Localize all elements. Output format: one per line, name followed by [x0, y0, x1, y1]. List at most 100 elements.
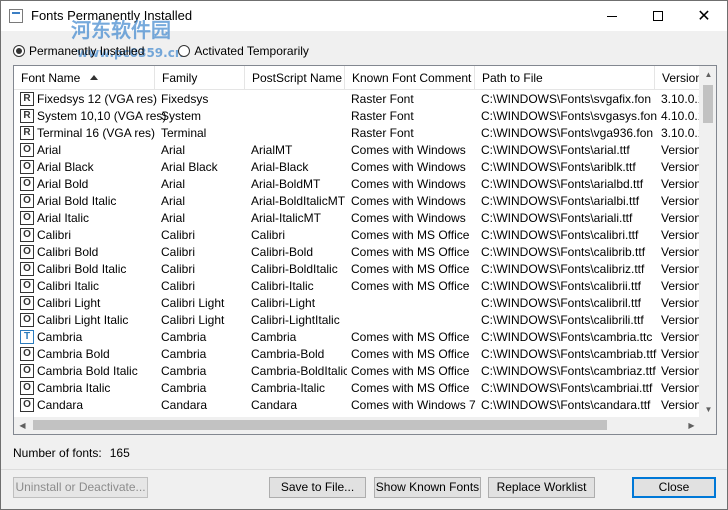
table-row[interactable]: O Arial Italic Arial Arial-ItalicMT Comes wi…	[14, 210, 704, 227]
cell-path: C:\WINDOWS\Fonts\cambriab.ttf	[481, 347, 657, 361]
opentype-font-icon: O	[20, 313, 34, 327]
cell-family: Fixedsys	[161, 92, 209, 106]
scroll-right-arrow-icon[interactable]: ▶	[683, 417, 700, 434]
table-row[interactable]: O Cambria Bold Italic Cambria Cambria-BoldI…	[14, 363, 704, 380]
table-row[interactable]: O Calibri Italic Calibri Calibri-Italic Come…	[14, 278, 704, 295]
cell-version: Version	[661, 245, 702, 259]
cell-family: Calibri	[161, 279, 196, 293]
close-window-button[interactable]: ✕	[681, 1, 727, 31]
table-row[interactable]: R System 10,10 (VGA res) System Raster Font…	[14, 108, 704, 125]
radio-activated-temporarily[interactable]	[178, 45, 191, 57]
cell-path: C:\WINDOWS\Fonts\calibriz.ttf	[481, 262, 645, 276]
cell-name: Cambria Bold Italic	[37, 364, 138, 378]
cell-comment: Comes with Windows	[351, 177, 466, 191]
cell-name: Arial	[37, 143, 62, 157]
cell-version: Version	[661, 313, 702, 327]
scroll-down-arrow-icon[interactable]: ▼	[700, 401, 716, 418]
table-row[interactable]: O Arial Bold Italic Arial Arial-BoldItalicM…	[14, 193, 704, 210]
cell-name: Cambria Italic	[37, 381, 111, 395]
column-header-path-to-file[interactable]: Path to File	[475, 66, 655, 90]
cell-name: Calibri Light	[37, 296, 101, 310]
cell-version: Version	[661, 194, 702, 208]
cell-family: System	[161, 109, 202, 123]
table-row[interactable]: O Calibri Calibri Calibri Comes with MS Offi…	[14, 227, 704, 244]
opentype-font-icon: O	[20, 143, 34, 157]
raster-font-icon: R	[20, 109, 34, 123]
column-header-label: Path to File	[482, 71, 543, 85]
minimize-button[interactable]	[589, 1, 635, 31]
vertical-scrollbar[interactable]: ▲ ▼	[699, 66, 716, 418]
cell-path: C:\WINDOWS\Fonts\vga936.fon	[481, 126, 654, 140]
table-row[interactable]: O Calibri Light Calibri Light Calibri-Light…	[14, 295, 704, 312]
cell-name: Calibri	[37, 228, 72, 242]
column-header-known-font-comment[interactable]: Known Font Comment	[345, 66, 475, 90]
radio-permanently-installed[interactable]	[13, 45, 25, 57]
table-row[interactable]: O Cambria Bold Cambria Cambria-Bold Comes wi…	[14, 346, 704, 363]
cell-name: Arial Italic	[37, 211, 90, 225]
raster-font-icon: R	[20, 126, 34, 140]
save-to-file-button[interactable]: Save to File...	[269, 477, 366, 498]
table-row[interactable]: O Arial Arial ArialMT Comes with Windows C:\W…	[14, 142, 704, 159]
uninstall-button[interactable]: Uninstall or Deactivate...	[13, 477, 148, 498]
cell-postscript	[251, 108, 347, 125]
cell-comment: Comes with Windows	[351, 143, 466, 157]
cell-path: C:\WINDOWS\Fonts\calibrib.ttf	[481, 245, 646, 259]
cell-path: C:\WINDOWS\Fonts\candara.ttf	[481, 398, 651, 412]
window-title: Fonts Permanently Installed	[31, 8, 193, 23]
cell-path: C:\WINDOWS\Fonts\svgasys.fon	[481, 109, 658, 123]
close-button[interactable]: Close	[632, 477, 716, 498]
opentype-font-icon: O	[20, 279, 34, 293]
cell-comment: Comes with Windows	[351, 194, 466, 208]
table-row[interactable]: T Cambria Cambria Cambria Comes with MS Offi…	[14, 329, 704, 346]
column-header-family[interactable]: Family	[155, 66, 245, 90]
cell-postscript: Cambria-BoldItalic	[251, 364, 347, 378]
table-row[interactable]: R Fixedsys 12 (VGA res) Fixedsys Raster Fon…	[14, 91, 704, 108]
column-header-postscript-name[interactable]: PostScript Name	[245, 66, 345, 90]
opentype-font-icon: O	[20, 177, 34, 191]
table-row[interactable]: O Candara Candara Candara Comes with Windows…	[14, 397, 704, 414]
cell-postscript	[251, 91, 347, 108]
table-row[interactable]: O Calibri Bold Calibri Calibri-Bold Comes wi…	[14, 244, 704, 261]
table-row[interactable]: O Calibri Bold Italic Calibri Calibri-BoldI…	[14, 261, 704, 278]
cell-comment: Comes with MS Office	[351, 364, 470, 378]
maximize-icon	[653, 11, 663, 21]
cell-name: Cambria	[37, 330, 83, 344]
table-row[interactable]: O Calibri Light Italic Calibri Light Calibr…	[14, 312, 704, 329]
title-bar[interactable]: Fonts Permanently Installed 河东软件园 www.pc…	[1, 1, 727, 60]
replace-worklist-button[interactable]: Replace Worklist	[488, 477, 595, 498]
cell-version: 3.10.0.1	[661, 126, 704, 140]
cell-name: Calibri Light Italic	[37, 313, 129, 327]
table-row[interactable]: O Arial Bold Arial Arial-BoldMT Comes with W…	[14, 176, 704, 193]
cell-version: Version	[661, 279, 702, 293]
cell-family: Calibri	[161, 245, 196, 259]
cell-version: Version	[661, 211, 702, 225]
cell-postscript: Candara	[251, 398, 298, 412]
cell-version: Version	[661, 364, 702, 378]
column-header-label: Font Name	[21, 71, 81, 85]
radio-permanently-installed-label[interactable]: Permanently Installed	[29, 44, 144, 58]
cell-name: Arial Black	[37, 160, 94, 174]
horizontal-scroll-thumb[interactable]	[33, 420, 607, 430]
scroll-left-arrow-icon[interactable]: ◀	[14, 417, 31, 434]
table-row[interactable]: R Terminal 16 (VGA res) Terminal Raster Fon…	[14, 125, 704, 142]
cell-postscript: ArialMT	[251, 143, 293, 157]
show-known-fonts-button[interactable]: Show Known Fonts	[374, 477, 481, 498]
table-row[interactable]: O Arial Black Arial Black Arial-Black Comes …	[14, 159, 704, 176]
vertical-scroll-thumb[interactable]	[703, 85, 713, 123]
radio-activated-temporarily-label[interactable]: Activated Temporarily	[194, 44, 309, 58]
font-count: Number of fonts: 165	[13, 446, 130, 460]
horizontal-scrollbar[interactable]: ◀ ▶	[14, 417, 700, 434]
cell-version: Version	[661, 296, 702, 310]
cell-family: Cambria	[161, 347, 207, 361]
scroll-up-arrow-icon[interactable]: ▲	[700, 66, 716, 83]
cell-family: Calibri	[161, 228, 196, 242]
cell-postscript: Calibri-Italic	[251, 279, 314, 293]
column-header-font-name[interactable]: Font Name	[14, 66, 155, 90]
fonts-list[interactable]: Font Name Family PostScript Name Known F…	[13, 65, 717, 435]
maximize-button[interactable]	[635, 1, 681, 31]
table-row[interactable]: O Cambria Italic Cambria Cambria-Italic Come…	[14, 380, 704, 397]
cell-family: Cambria	[161, 381, 207, 395]
column-header-label: Known Font Comment	[352, 71, 472, 85]
opentype-font-icon: O	[20, 381, 34, 395]
cell-version: Version	[661, 143, 702, 157]
